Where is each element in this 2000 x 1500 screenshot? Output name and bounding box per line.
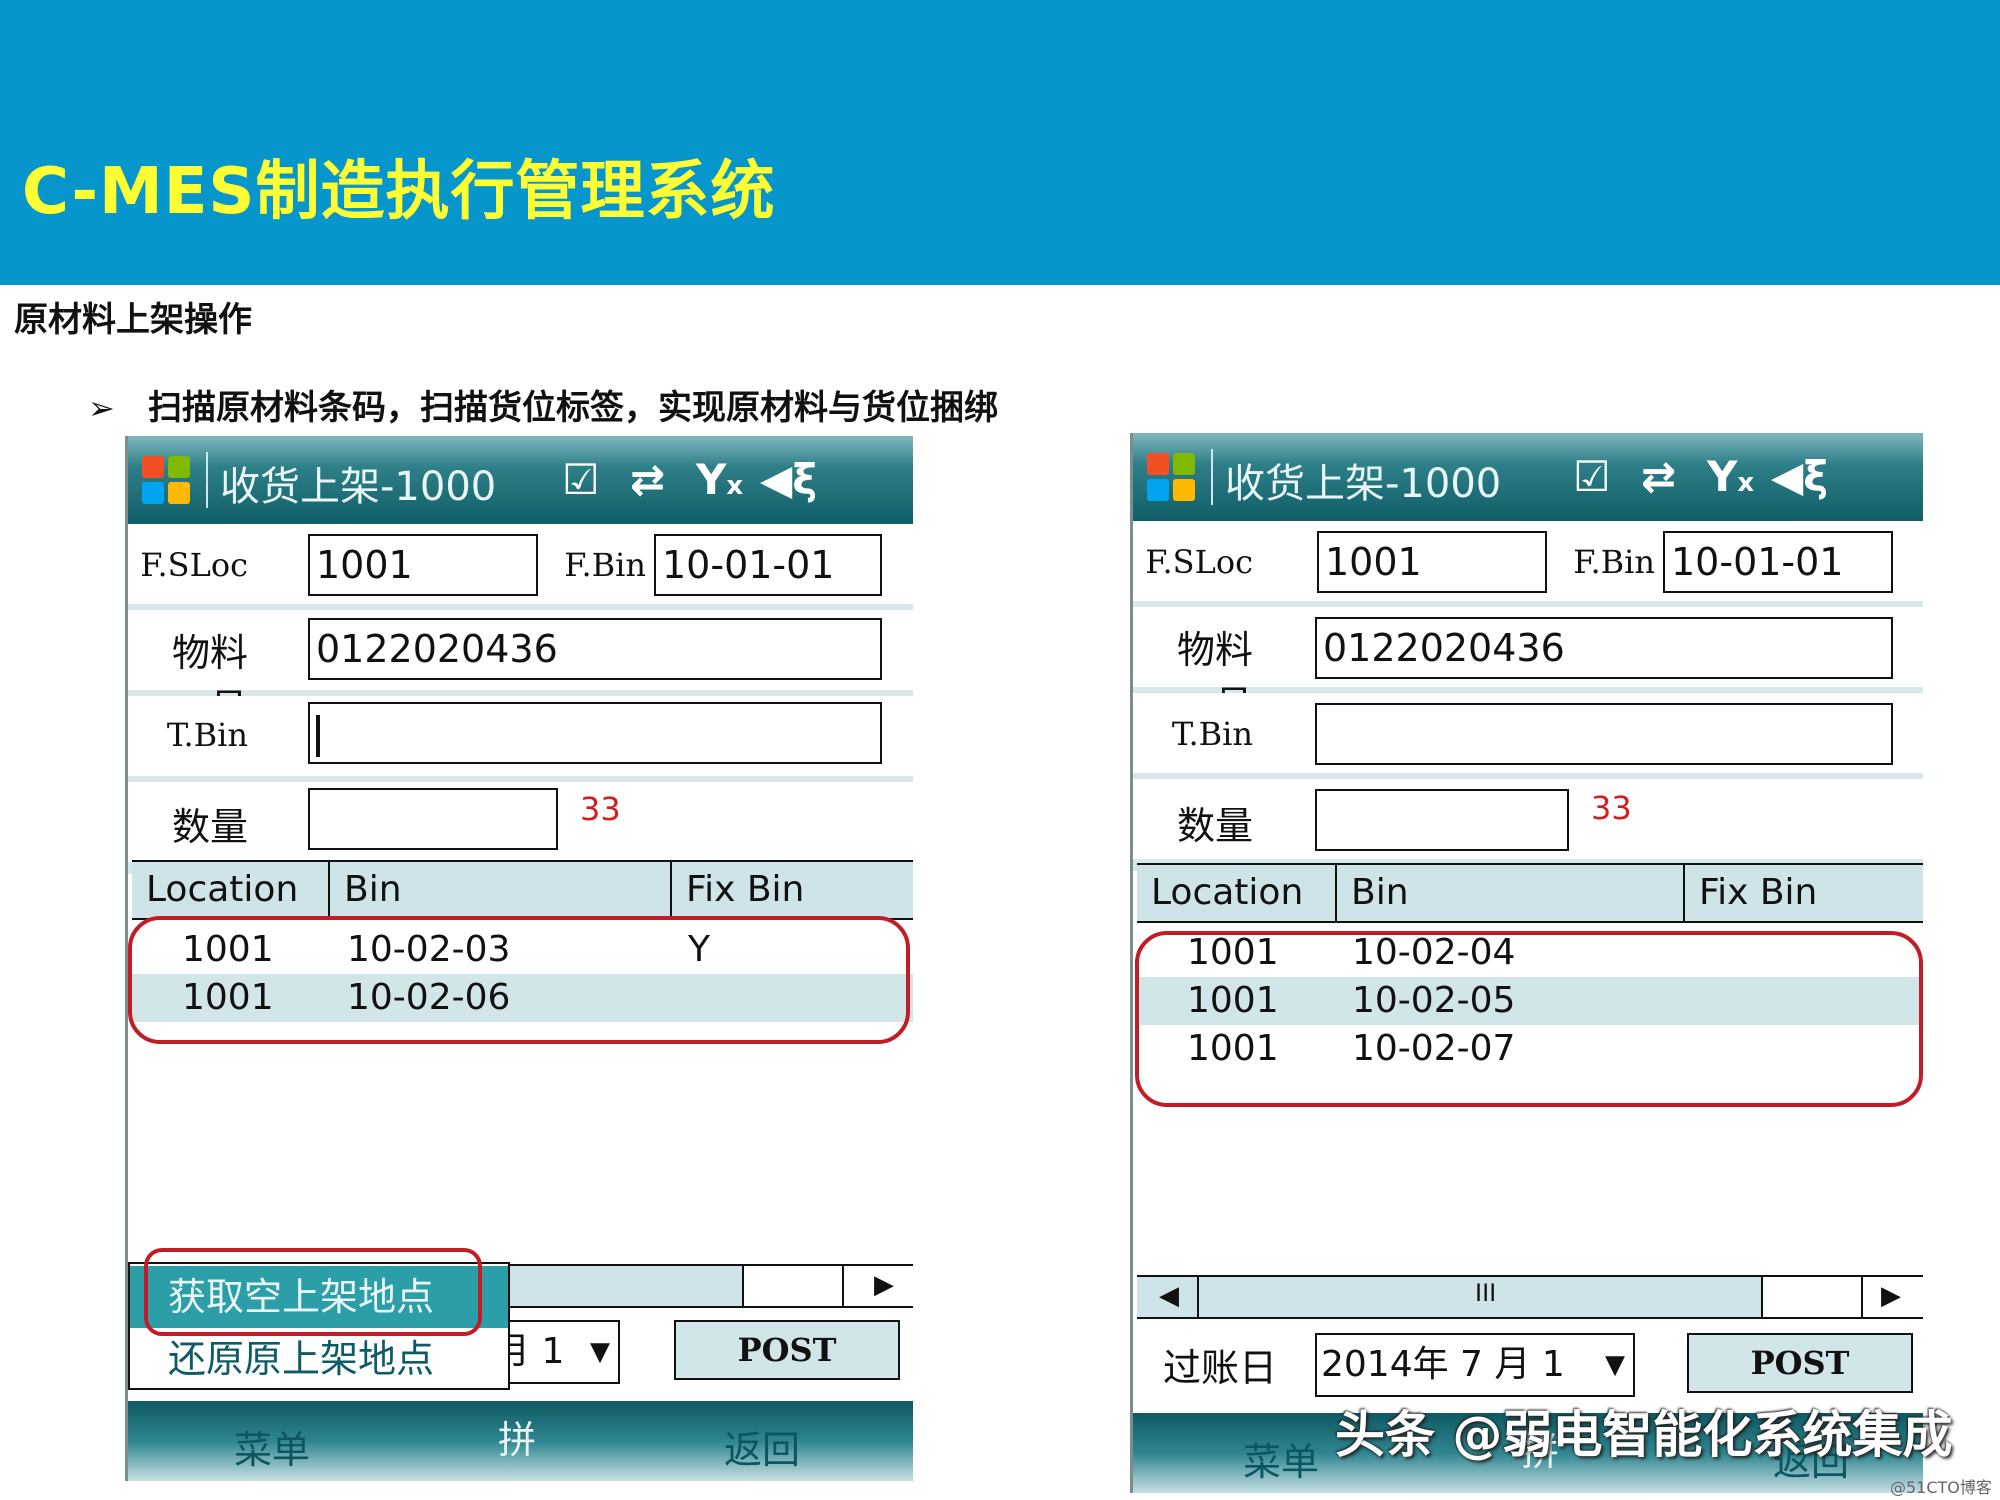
dropdown-arrow-icon: ▼ bbox=[590, 1337, 610, 1367]
no-signal-icon[interactable]: Yx bbox=[1707, 453, 1754, 507]
highlight-frame bbox=[144, 1248, 482, 1336]
transfer-arrows-icon[interactable]: ⇄ bbox=[1641, 453, 1676, 501]
highlight-frame bbox=[1135, 931, 1923, 1107]
scroll-left-area bbox=[1137, 1277, 1199, 1317]
soft-key-bar: 菜单 拼 返回 bbox=[128, 1401, 913, 1481]
check-box-icon[interactable]: ☑ bbox=[562, 456, 600, 504]
softkey-input[interactable]: 拼 bbox=[498, 1409, 536, 1464]
text-caret bbox=[316, 714, 320, 757]
qty-hint: 33 bbox=[1591, 789, 1632, 827]
tbin-label: T.Bin bbox=[166, 716, 248, 754]
dropdown-arrow-icon: ▼ bbox=[1605, 1350, 1625, 1380]
tbin-label: T.Bin bbox=[1171, 715, 1253, 753]
title-bar: 收货上架-1000 ☑ ⇄ Yx ◀ξ bbox=[1133, 433, 1923, 521]
menu-item-restore-bin[interactable]: 还原原上架地点 bbox=[130, 1328, 508, 1390]
date-dropdown[interactable]: 2014年 7 月 1 ▼ bbox=[1315, 1333, 1635, 1397]
watermark-small: @51CTO博客 bbox=[1890, 1478, 1992, 1497]
form-row-target-bin: T.Bin bbox=[128, 696, 913, 776]
fsloc-label: F.SLoc bbox=[1145, 543, 1253, 581]
form-row-material: 物料号 0122020436 bbox=[1133, 607, 1923, 727]
tbin-input[interactable] bbox=[1315, 703, 1893, 765]
qty-label: 数量 bbox=[171, 805, 248, 849]
posting-date-label: 过账日 bbox=[1163, 1346, 1278, 1390]
col-fixbin-header[interactable]: Fix Bin bbox=[672, 862, 912, 918]
qty-input[interactable] bbox=[308, 788, 558, 850]
softkey-menu[interactable]: 菜单 bbox=[1243, 1431, 1319, 1486]
form-row-location: F.SLoc 1001 F.Bin 10-01-01 bbox=[1133, 521, 1923, 601]
title-bar: 收货上架-1000 ☑ ⇄ Yx ◀ξ bbox=[128, 436, 913, 524]
qty-hint: 33 bbox=[580, 790, 621, 828]
qty-input[interactable] bbox=[1315, 789, 1569, 851]
windows-start-icon[interactable] bbox=[1145, 451, 1197, 503]
fsloc-input[interactable]: 1001 bbox=[1317, 531, 1547, 593]
form-row-location: F.SLoc 1001 F.Bin 10-01-01 bbox=[128, 524, 913, 604]
softkey-menu[interactable]: 菜单 bbox=[234, 1419, 310, 1474]
fbin-input[interactable]: 10-01-01 bbox=[654, 534, 882, 596]
check-box-icon[interactable]: ☑ bbox=[1573, 453, 1611, 501]
fbin-input[interactable]: 10-01-01 bbox=[1663, 531, 1893, 593]
date-value: 2014年 7 月 1 bbox=[1321, 1344, 1565, 1385]
col-location-header[interactable]: Location bbox=[132, 862, 330, 918]
form-row-target-bin: T.Bin bbox=[1133, 693, 1923, 773]
bullet-arrow-icon: ➢ bbox=[88, 389, 115, 427]
col-bin-header[interactable]: Bin bbox=[330, 862, 672, 918]
banner-title: C-MES制造执行管理系统 bbox=[22, 155, 776, 229]
bullet-row: ➢ 扫描原材料条码，扫描货位标签，实现原材料与货位捆绑 bbox=[88, 380, 998, 429]
fbin-label: F.Bin bbox=[1573, 543, 1655, 581]
right-device-screen: 收货上架-1000 ☑ ⇄ Yx ◀ξ F.SLoc 1001 F.Bin 10… bbox=[1130, 433, 1923, 1493]
tbin-input[interactable] bbox=[308, 702, 882, 764]
input-form: F.SLoc 1001 F.Bin 10-01-01 物料号 012202043… bbox=[128, 524, 913, 874]
scroll-track-white bbox=[1761, 1277, 1863, 1317]
scroll-right-arrow-icon[interactable]: ▶ bbox=[1881, 1281, 1901, 1311]
speaker-muted-icon[interactable]: ◀ξ bbox=[760, 456, 817, 504]
form-row-quantity: 数量 33 bbox=[128, 782, 913, 862]
scroll-right-arrow-icon[interactable]: ▶ bbox=[874, 1270, 894, 1300]
bullet-text: 扫描原材料条码，扫描货位标签，实现原材料与货位捆绑 bbox=[148, 388, 998, 428]
post-button[interactable]: POST bbox=[674, 1320, 900, 1380]
grid-header: Location Bin Fix Bin bbox=[1137, 863, 1923, 923]
window-title: 收货上架-1000 bbox=[1225, 461, 1502, 507]
no-signal-icon[interactable]: Yx bbox=[696, 456, 743, 510]
title-separator bbox=[1211, 449, 1213, 505]
qty-label: 数量 bbox=[1176, 804, 1253, 848]
transfer-arrows-icon[interactable]: ⇄ bbox=[630, 456, 665, 504]
scroll-thumb[interactable] bbox=[742, 1266, 844, 1306]
softkey-back[interactable]: 返回 bbox=[724, 1419, 800, 1474]
left-device-screen: 收货上架-1000 ☑ ⇄ Yx ◀ξ F.SLoc 1001 F.Bin 10… bbox=[125, 436, 913, 1481]
form-row-material: 物料号 0122020436 bbox=[128, 610, 913, 730]
post-button[interactable]: POST bbox=[1687, 1333, 1913, 1393]
window-title: 收货上架-1000 bbox=[220, 464, 497, 510]
form-row-quantity: 数量 33 bbox=[1133, 779, 1923, 859]
watermark-text: 头条 @弱电智能化系统集成 bbox=[1335, 1406, 1953, 1464]
input-form: F.SLoc 1001 F.Bin 10-01-01 物料号 012202043… bbox=[1133, 521, 1923, 871]
col-bin-header[interactable]: Bin bbox=[1337, 865, 1685, 921]
scroll-grip[interactable]: III bbox=[1475, 1279, 1496, 1307]
section-title: 原材料上架操作 bbox=[14, 300, 252, 340]
title-separator bbox=[206, 452, 208, 508]
col-fixbin-header[interactable]: Fix Bin bbox=[1685, 865, 1923, 921]
material-input[interactable]: 0122020436 bbox=[308, 618, 882, 680]
fsloc-label: F.SLoc bbox=[140, 546, 248, 584]
grid-header: Location Bin Fix Bin bbox=[132, 860, 913, 920]
speaker-muted-icon[interactable]: ◀ξ bbox=[1771, 453, 1828, 501]
col-location-header[interactable]: Location bbox=[1137, 865, 1337, 921]
windows-start-icon[interactable] bbox=[140, 454, 192, 506]
highlight-frame bbox=[128, 916, 910, 1044]
slide-banner: C-MES制造执行管理系统 bbox=[0, 0, 2000, 285]
material-input[interactable]: 0122020436 bbox=[1315, 617, 1893, 679]
fbin-label: F.Bin bbox=[564, 546, 646, 584]
fsloc-input[interactable]: 1001 bbox=[308, 534, 538, 596]
horizontal-scrollbar[interactable]: ◀ III ▶ bbox=[1137, 1275, 1923, 1319]
